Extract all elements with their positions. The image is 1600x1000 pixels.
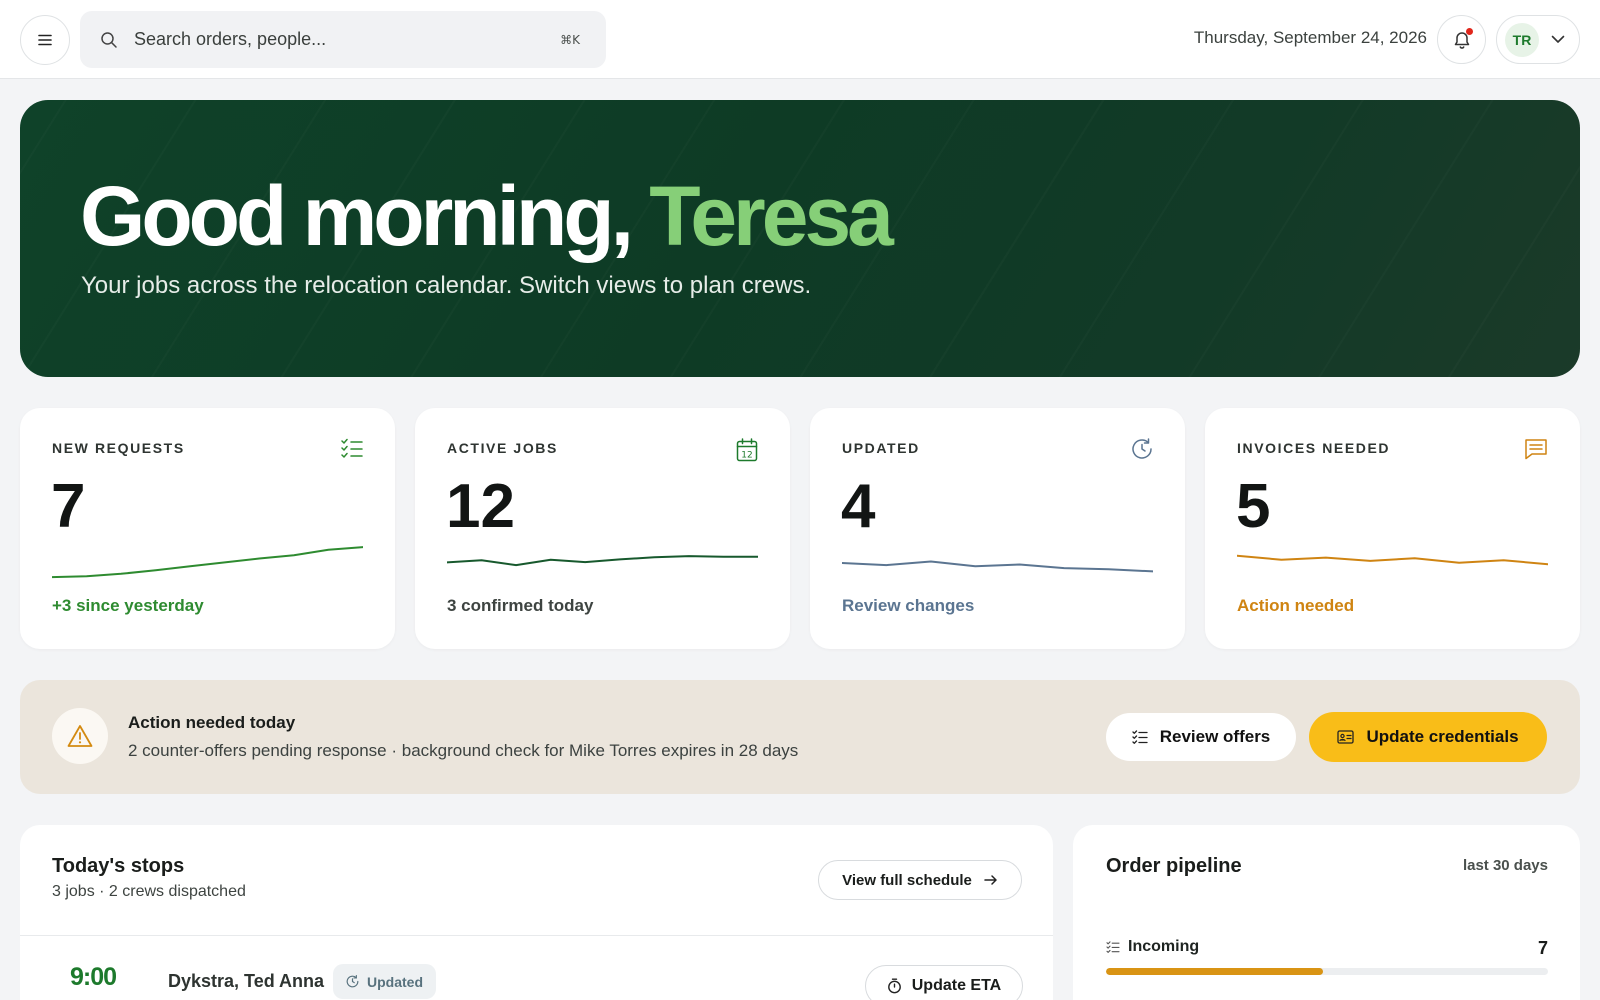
avatar: TR (1505, 22, 1539, 57)
notification-dot (1466, 28, 1473, 35)
search-shortcut: ⌘K (560, 32, 580, 47)
user-menu-button[interactable]: TR (1496, 15, 1580, 64)
stat-card-new-requests[interactable]: NEW REQUESTS 7 +3 since yesterday (20, 408, 395, 649)
stat-value: 7 (51, 472, 86, 541)
sparkline (447, 555, 758, 567)
stat-label: NEW REQUESTS (52, 440, 185, 456)
update-credentials-label: Update credentials (1366, 727, 1519, 746)
alert-description: 2 counter-offers pending response · back… (128, 741, 799, 760)
stat-card-invoices-needed[interactable]: INVOICES NEEDED 5 Action needed (1205, 408, 1580, 649)
stat-value: 4 (841, 472, 876, 541)
search-icon (101, 31, 117, 48)
view-full-schedule-label: View full schedule (842, 871, 972, 889)
notifications-button[interactable] (1437, 15, 1486, 64)
list-checks-icon (1106, 941, 1120, 953)
status-badge: Updated (333, 964, 436, 999)
banner-subtitle: Your jobs across the relocation calendar… (81, 272, 812, 299)
search-input[interactable]: Search orders, people... (134, 29, 560, 50)
welcome-banner: Good morning, Teresa Your jobs across th… (20, 100, 1580, 377)
top-bar: Search orders, people... ⌘K Thursday, Se… (0, 0, 1600, 79)
checklist-icon (341, 438, 363, 458)
stops-meta: 3 jobs · 2 crews dispatched (52, 883, 246, 900)
pipeline-title: Order pipeline (1106, 855, 1242, 877)
sparkline-trend (1237, 554, 1548, 566)
list-checks-icon (1132, 730, 1148, 744)
pipeline-range: last 30 days (1462, 857, 1548, 874)
pipeline-progress-fill (1106, 968, 1323, 975)
stat-label: INVOICES NEEDED (1237, 440, 1391, 456)
greeting-heading: Good morning, Teresa (80, 168, 894, 265)
sparkline (842, 560, 1153, 573)
search-bar[interactable]: Search orders, people... ⌘K (80, 11, 606, 68)
user-name: Teresa (649, 169, 894, 263)
chevron-down-icon (1551, 35, 1565, 43)
action-alert: Action needed today 2 counter-offers pen… (20, 680, 1580, 794)
stat-value: 12 (446, 472, 515, 541)
order-pipeline-panel: Order pipeline last 30 days Incoming 7 (1073, 825, 1580, 1000)
view-full-schedule-button[interactable]: View full schedule (818, 860, 1022, 900)
sparkline-trend (447, 555, 758, 567)
review-offers-button[interactable]: Review offers (1106, 713, 1296, 761)
sparkline (52, 546, 363, 579)
warning-badge (52, 708, 108, 764)
menu-button[interactable] (20, 15, 70, 65)
current-date: Thursday, September 24, 2026 (1193, 28, 1427, 47)
id-card-icon (1337, 730, 1355, 744)
svg-text:12: 12 (741, 451, 752, 461)
stat-footer: Review changes (842, 596, 975, 615)
history-icon (346, 975, 359, 988)
timer-icon (887, 978, 901, 994)
stat-label: UPDATED (842, 440, 920, 456)
message-square-icon (1525, 439, 1547, 460)
pipeline-row-label: Incoming (1106, 938, 1548, 956)
sparkline-trend (52, 546, 363, 579)
divider (20, 935, 1053, 936)
hamburger-icon (38, 34, 52, 46)
pipeline-row-incoming[interactable]: Incoming 7 (1106, 938, 1548, 975)
pipeline-label-text: Incoming (1128, 938, 1200, 955)
stat-label: ACTIVE JOBS (447, 440, 558, 456)
review-offers-label: Review offers (1159, 727, 1271, 746)
stat-footer: +3 since yesterday (52, 596, 204, 615)
pipeline-row-count: 7 (1537, 938, 1548, 958)
sparkline-trend (842, 560, 1153, 573)
pipeline-progress-track (1106, 968, 1548, 975)
update-credentials-button[interactable]: Update credentials (1309, 712, 1547, 762)
update-eta-button[interactable]: Update ETA (865, 965, 1023, 1000)
calendar-icon: 12 (736, 438, 758, 462)
status-badge-label: Updated (367, 973, 423, 990)
stat-footer: 3 confirmed today (447, 596, 594, 615)
stat-card-active-jobs[interactable]: ACTIVE JOBS 12 12 3 confirmed today (415, 408, 790, 649)
stop-customer-name[interactable]: Dykstra, Ted Anna (168, 971, 324, 992)
todays-stops-panel: Today's stops 3 jobs · 2 crews dispatche… (20, 825, 1053, 1000)
greeting-text: Good morning, (80, 169, 650, 263)
stat-footer: Action needed (1237, 596, 1355, 615)
history-icon (1132, 438, 1152, 459)
stat-value: 5 (1236, 472, 1271, 541)
stat-card-updated[interactable]: UPDATED 4 Review changes (810, 408, 1185, 649)
sparkline (1237, 554, 1548, 566)
alert-title: Action needed today (128, 713, 296, 732)
stop-time: 9:00 (70, 963, 117, 991)
warning-triangle-icon (67, 725, 93, 747)
stops-title: Today's stops (52, 855, 185, 877)
arrow-right-icon (984, 875, 997, 885)
update-eta-label: Update ETA (911, 977, 1002, 994)
